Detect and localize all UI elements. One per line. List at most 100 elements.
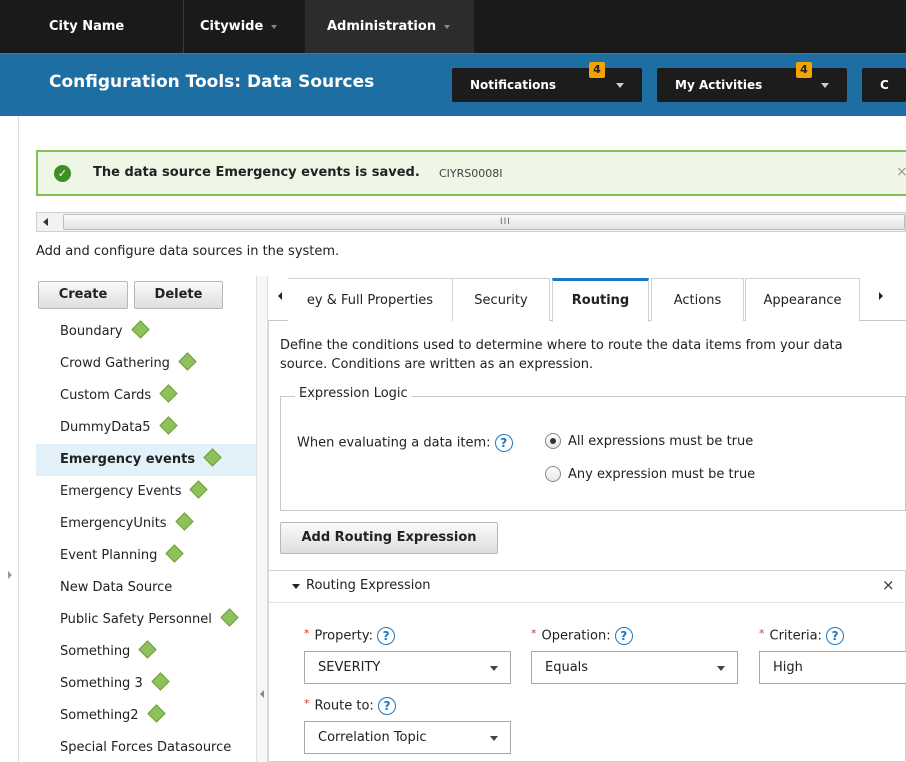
criteria-value: High xyxy=(773,660,803,675)
list-item[interactable]: Something 3 xyxy=(36,668,256,700)
list-item-label: DummyData5 xyxy=(60,420,151,435)
delete-button[interactable]: Delete xyxy=(134,281,223,309)
city-name-link[interactable]: City Name xyxy=(49,0,124,53)
help-icon[interactable]: ? xyxy=(377,697,396,715)
help-icon[interactable]: ? xyxy=(494,434,513,452)
overflow-header-button[interactable]: C xyxy=(862,68,906,102)
list-item[interactable]: Something xyxy=(36,636,256,668)
routing-description: Define the conditions used to determine … xyxy=(280,338,843,372)
nav-divider xyxy=(183,0,184,53)
chevron-down-icon xyxy=(616,83,624,88)
citywide-menu[interactable]: Citywide xyxy=(200,0,278,53)
status-diamond-icon xyxy=(158,416,178,435)
collapse-triangle-icon[interactable] xyxy=(292,584,300,589)
list-item-label: Something2 xyxy=(60,708,139,723)
property-value: SEVERITY xyxy=(318,660,381,675)
notifications-label: Notifications xyxy=(470,78,557,92)
tab-bar: ey & Full Properties Security Routing Ac… xyxy=(268,278,906,322)
status-diamond-icon xyxy=(159,384,178,403)
list-item[interactable]: Something2 xyxy=(36,700,256,732)
criteria-label-text: Criteria: xyxy=(769,628,822,644)
chevron-down-icon xyxy=(271,24,278,29)
activities-badge: 4 xyxy=(796,62,812,78)
pane-splitter[interactable] xyxy=(256,276,268,762)
status-diamond-icon xyxy=(203,448,222,467)
list-item-label: Public Safety Personnel xyxy=(60,612,212,627)
list-item[interactable]: DummyData5 xyxy=(36,412,256,444)
status-diamond-icon xyxy=(189,480,209,499)
radio-any-expression[interactable] xyxy=(545,466,561,482)
operation-select[interactable]: Equals xyxy=(531,651,738,684)
list-item[interactable]: New Data Source xyxy=(36,572,256,604)
routing-expression-title: Routing Expression xyxy=(306,578,431,593)
status-diamond-icon xyxy=(178,352,197,371)
list-item[interactable]: Special Forces Datasource xyxy=(36,732,256,762)
page-title: Configuration Tools: Data Sources xyxy=(49,72,375,92)
my-activities-button[interactable]: My Activities 4 xyxy=(657,62,847,102)
required-marker: * xyxy=(304,627,310,640)
list-item[interactable]: Event Planning xyxy=(36,540,256,572)
scrollbar-thumb[interactable]: III xyxy=(63,214,905,230)
list-item[interactable]: Public Safety Personnel xyxy=(36,604,256,636)
add-routing-expression-button[interactable]: Add Routing Expression xyxy=(280,522,498,554)
tab-key-full-properties[interactable]: ey & Full Properties xyxy=(288,278,453,321)
chevron-down-icon xyxy=(444,24,451,29)
route-to-label-text: Route to: xyxy=(314,698,374,714)
property-label: * Property: ? xyxy=(304,627,396,645)
criteria-label: * Criteria: ? xyxy=(759,627,845,645)
operation-label-text: Operation: xyxy=(541,628,611,644)
required-marker: * xyxy=(759,627,765,640)
notice-code: CIYRS0008I xyxy=(439,167,503,180)
success-notice: ✓ The data source Emergency events is sa… xyxy=(36,150,906,196)
close-icon[interactable]: × xyxy=(882,576,895,594)
tab-routing[interactable]: Routing xyxy=(552,278,649,322)
citywide-label: Citywide xyxy=(200,19,264,34)
help-icon[interactable]: ? xyxy=(614,627,633,645)
tab-appearance[interactable]: Appearance xyxy=(745,278,860,321)
notice-message: The data source Emergency events is save… xyxy=(93,165,420,180)
notifications-button[interactable]: Notifications 4 xyxy=(452,62,642,102)
option-all-label: All expressions must be true xyxy=(568,434,754,449)
help-icon[interactable]: ? xyxy=(377,627,396,645)
list-item[interactable]: Boundary xyxy=(36,316,256,348)
tab-scroll-left-icon[interactable] xyxy=(278,292,282,300)
tab-actions[interactable]: Actions xyxy=(651,278,744,321)
list-item-label: EmergencyUnits xyxy=(60,516,167,531)
create-button[interactable]: Create xyxy=(38,281,128,309)
status-diamond-icon xyxy=(138,640,158,659)
required-marker: * xyxy=(531,627,537,640)
list-item-label: New Data Source xyxy=(60,580,173,595)
help-icon[interactable]: ? xyxy=(826,627,845,645)
tab-security[interactable]: Security xyxy=(452,278,550,321)
tab-scroll-right-icon[interactable] xyxy=(879,292,883,300)
list-item-label: Emergency events xyxy=(60,452,196,467)
list-item[interactable]: Custom Cards xyxy=(36,380,256,412)
required-marker: * xyxy=(304,697,310,710)
routing-expression-header[interactable]: Routing Expression × xyxy=(268,570,906,603)
horizontal-scrollbar[interactable]: III xyxy=(36,212,906,232)
status-diamond-icon xyxy=(165,544,185,563)
check-circle-icon: ✓ xyxy=(54,165,71,182)
list-item-label: Crowd Gathering xyxy=(60,356,170,371)
close-icon[interactable]: × xyxy=(896,164,906,180)
route-to-value: Correlation Topic xyxy=(318,730,427,745)
chevron-down-icon xyxy=(821,83,829,88)
administration-menu[interactable]: Administration xyxy=(305,0,474,53)
scroll-left-icon[interactable] xyxy=(43,218,48,226)
option-any-label: Any expression must be true xyxy=(568,467,756,482)
list-item-label: Something xyxy=(60,644,131,659)
list-item[interactable]: Crowd Gathering xyxy=(36,348,256,380)
operation-value: Equals xyxy=(545,660,589,675)
radio-all-expressions[interactable] xyxy=(545,433,561,449)
expand-left-handle-icon[interactable] xyxy=(8,571,12,579)
criteria-input[interactable]: High xyxy=(759,651,906,684)
collapse-handle-icon[interactable] xyxy=(260,690,264,698)
route-to-select[interactable]: Correlation Topic xyxy=(304,721,511,754)
list-item[interactable]: Emergency events xyxy=(36,444,256,476)
list-item[interactable]: EmergencyUnits xyxy=(36,508,256,540)
property-select[interactable]: SEVERITY xyxy=(304,651,511,684)
list-item[interactable]: Emergency Events xyxy=(36,476,256,508)
evaluate-text: When evaluating a data item: xyxy=(297,435,491,451)
list-item-label: Boundary xyxy=(60,324,123,339)
expression-logic-group xyxy=(280,396,906,511)
